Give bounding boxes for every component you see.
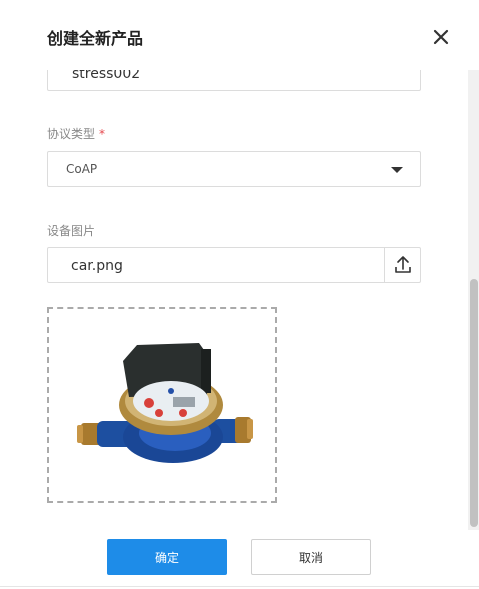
cancel-button[interactable]: 取消	[251, 539, 371, 575]
protocol-label-text: 协议类型	[47, 127, 96, 141]
image-file-input[interactable]: car.png	[47, 247, 421, 283]
caret-down-icon	[391, 167, 403, 173]
dialog-footer: 确定 取消	[0, 530, 479, 589]
protocol-selected-value: CoAP	[66, 162, 98, 176]
required-mark: *	[99, 127, 106, 141]
image-label: 设备图片	[47, 224, 96, 238]
dialog-body: stress002 协议类型 * CoAP 设备图片 car.png	[0, 70, 468, 525]
footer-divider	[0, 586, 479, 587]
image-preview	[47, 307, 277, 503]
close-icon[interactable]	[430, 26, 452, 48]
product-name-input[interactable]: stress002	[47, 70, 421, 91]
image-file-name: car.png	[71, 258, 123, 274]
dialog-header: 创建全新产品	[0, 0, 479, 70]
product-name-value: stress002	[72, 70, 141, 82]
create-product-dialog: 创建全新产品 stress002 协议类型 * CoAP 设备图片 car.png	[0, 0, 479, 589]
scrollbar-thumb[interactable]	[470, 279, 478, 527]
upload-button[interactable]	[384, 248, 420, 282]
dialog-title: 创建全新产品	[47, 29, 144, 48]
confirm-button[interactable]: 确定	[107, 539, 227, 575]
protocol-select[interactable]: CoAP	[47, 151, 421, 187]
protocol-label: 协议类型 *	[47, 125, 105, 142]
upload-icon	[395, 256, 411, 273]
water-meter-image	[77, 343, 253, 463]
